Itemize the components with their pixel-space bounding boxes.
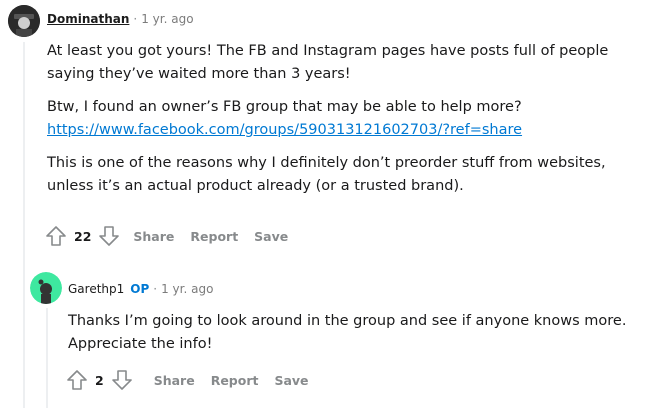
save-button[interactable]: Save	[274, 373, 308, 388]
upvote-icon[interactable]	[44, 224, 68, 248]
upvote-icon[interactable]	[65, 368, 89, 392]
timestamp[interactable]: 1 yr. ago	[141, 12, 193, 26]
avatar-image	[8, 5, 40, 37]
comment-paragraph: At least you got yours! The FB and Insta…	[47, 43, 609, 82]
separator-dot: ·	[153, 282, 158, 296]
comment-header: Garethp1 OP · 1 yr. ago	[68, 282, 213, 296]
comment-actions: 2 Share Report Save	[65, 368, 309, 392]
share-button[interactable]: Share	[154, 373, 195, 388]
comment-actions: 22 Share Report Save	[44, 224, 288, 248]
avatar-image	[30, 272, 62, 304]
avatar[interactable]	[8, 5, 40, 37]
timestamp[interactable]: 1 yr. ago	[161, 282, 213, 296]
comment-body: Thanks I’m going to look around in the g…	[68, 310, 628, 356]
downvote-icon[interactable]	[110, 368, 134, 392]
vote-score: 22	[74, 228, 92, 244]
author-name[interactable]: Garethp1	[68, 282, 124, 296]
thread-line[interactable]	[23, 42, 25, 408]
author-name[interactable]: Dominathan	[47, 12, 129, 26]
comment-paragraph: Btw, I found an owner’s FB group that ma…	[47, 96, 653, 142]
share-button[interactable]: Share	[133, 229, 174, 244]
separator-dot: ·	[133, 12, 138, 26]
comment-paragraph: Thanks I’m going to look around in the g…	[68, 313, 627, 352]
thread-line-reply[interactable]	[46, 308, 48, 408]
save-button[interactable]: Save	[254, 229, 288, 244]
comment-body: At least you got yours! The FB and Insta…	[47, 40, 653, 198]
comment-header: Dominathan · 1 yr. ago	[47, 12, 194, 26]
vote-score: 2	[95, 372, 104, 388]
op-badge: OP	[130, 282, 150, 296]
facebook-group-link[interactable]: https://www.facebook.com/groups/59031312…	[47, 122, 522, 138]
downvote-icon[interactable]	[97, 224, 121, 248]
report-button[interactable]: Report	[190, 229, 238, 244]
avatar[interactable]	[30, 272, 62, 304]
paragraph-text: Btw, I found an owner’s FB group that ma…	[47, 99, 522, 115]
comment-paragraph: This is one of the reasons why I definit…	[47, 155, 606, 194]
report-button[interactable]: Report	[211, 373, 259, 388]
